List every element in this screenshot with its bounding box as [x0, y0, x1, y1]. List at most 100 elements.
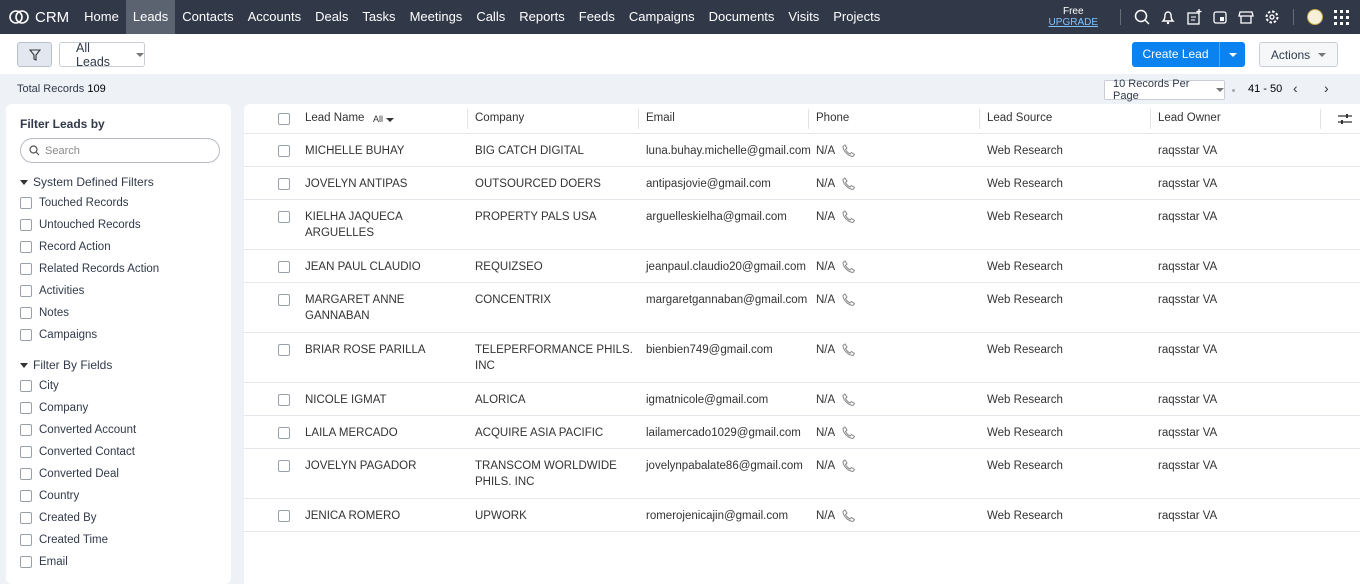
row-checkbox[interactable]	[278, 427, 290, 439]
add-note-icon[interactable]	[1181, 9, 1207, 25]
column-divider[interactable]	[979, 109, 980, 129]
column-divider[interactable]	[467, 109, 468, 129]
column-divider[interactable]	[638, 109, 639, 129]
row-checkbox[interactable]	[278, 178, 290, 190]
next-page-button[interactable]: ›	[1324, 80, 1329, 96]
phone-icon[interactable]	[842, 426, 856, 442]
cell-company[interactable]: ALORICA	[475, 392, 526, 408]
table-row[interactable]: JENICA ROMERO UPWORK romerojenicajin@gmail…	[244, 499, 1360, 532]
checkbox[interactable]	[20, 197, 32, 209]
cell-company[interactable]: ACQUIRE ASIA PACIFIC	[475, 425, 603, 441]
row-checkbox[interactable]	[278, 394, 290, 406]
cell-email[interactable]: romerojenicajin@gmail.com	[646, 508, 788, 524]
nav-tab-contacts[interactable]: Contacts	[175, 0, 240, 34]
nav-tab-deals[interactable]: Deals	[308, 0, 355, 34]
filter-item[interactable]: Touched Records	[20, 197, 129, 209]
filter-item[interactable]: City	[20, 380, 59, 392]
search-icon[interactable]	[1129, 9, 1155, 25]
row-checkbox[interactable]	[278, 460, 290, 472]
column-header[interactable]: Email	[646, 112, 675, 124]
filter-item[interactable]: Campaigns	[20, 329, 97, 341]
filter-item[interactable]: Activities	[20, 285, 84, 297]
checkbox[interactable]	[20, 512, 32, 524]
filter-item[interactable]: Email	[20, 556, 68, 568]
checkbox[interactable]	[20, 556, 32, 568]
nav-tab-calls[interactable]: Calls	[469, 0, 512, 34]
table-row[interactable]: LAILA MERCADO ACQUIRE ASIA PACIFIC lailame…	[244, 416, 1360, 449]
cell-company[interactable]: BIG CATCH DIGITAL	[475, 143, 584, 159]
filter-toggle-button[interactable]	[17, 42, 52, 67]
column-header[interactable]: Phone	[816, 112, 849, 124]
column-header[interactable]: Company	[475, 112, 524, 124]
bell-icon[interactable]	[1155, 9, 1181, 25]
cell-company[interactable]: REQUIZSEO	[475, 259, 543, 275]
table-row[interactable]: JOVELYN ANTIPAS OUTSOURCED DOERS antipasjo…	[244, 167, 1360, 200]
checkbox[interactable]	[20, 534, 32, 546]
avatar[interactable]	[1302, 9, 1328, 25]
checkbox[interactable]	[20, 446, 32, 458]
checkbox[interactable]	[20, 402, 32, 414]
create-lead-dropdown[interactable]	[1220, 42, 1245, 67]
create-lead-button[interactable]: Create Lead	[1132, 42, 1220, 67]
checkbox[interactable]	[20, 219, 32, 231]
nav-tab-feeds[interactable]: Feeds	[572, 0, 622, 34]
filter-item[interactable]: Converted Deal	[20, 468, 119, 480]
checkbox[interactable]	[20, 380, 32, 392]
phone-icon[interactable]	[842, 210, 856, 226]
field-filters-toggle[interactable]: Filter By Fields	[20, 358, 112, 372]
phone-icon[interactable]	[842, 293, 856, 309]
cell-name[interactable]: JENICA ROMERO	[305, 508, 400, 524]
upgrade-badge[interactable]: Free UPGRADE	[1049, 6, 1098, 28]
phone-icon[interactable]	[842, 144, 856, 160]
checkbox[interactable]	[20, 329, 32, 341]
gear-icon[interactable]	[1259, 9, 1285, 25]
cell-email[interactable]: jeanpaul.claudio20@gmail.com	[646, 259, 806, 275]
table-row[interactable]: BRIAR ROSE PARILLA TELEPERFORMANCE PHILS.…	[244, 333, 1360, 383]
row-checkbox[interactable]	[278, 145, 290, 157]
phone-icon[interactable]	[842, 459, 856, 475]
filter-item[interactable]: Created Time	[20, 534, 108, 546]
checkbox[interactable]	[20, 468, 32, 480]
cell-email[interactable]: lailamercado1029@gmail.com	[646, 425, 801, 441]
row-checkbox[interactable]	[278, 294, 290, 306]
cell-email[interactable]: bienbien749@gmail.com	[646, 342, 773, 358]
column-divider[interactable]	[1150, 109, 1151, 129]
phone-icon[interactable]	[842, 509, 856, 525]
table-row[interactable]: JEAN PAUL CLAUDIO REQUIZSEO jeanpaul.claud…	[244, 250, 1360, 283]
prev-page-button[interactable]: ‹	[1293, 80, 1298, 96]
nav-tab-accounts[interactable]: Accounts	[241, 0, 308, 34]
cell-name[interactable]: JEAN PAUL CLAUDIO	[305, 259, 421, 275]
filter-item[interactable]: Related Records Action	[20, 263, 159, 275]
cell-company[interactable]: UPWORK	[475, 508, 527, 524]
filter-item[interactable]: Record Action	[20, 241, 111, 253]
cell-email[interactable]: arguelleskielha@gmail.com	[646, 209, 787, 225]
cell-company[interactable]: OUTSOURCED DOERS	[475, 176, 601, 192]
filter-item[interactable]: Notes	[20, 307, 69, 319]
cell-email[interactable]: igmatnicole@gmail.com	[646, 392, 768, 408]
filter-item[interactable]: Created By	[20, 512, 97, 524]
table-row[interactable]: NICOLE IGMAT ALORICA igmatnicole@gmail.com…	[244, 383, 1360, 416]
filter-search-input[interactable]: Search	[20, 138, 220, 163]
nav-tab-campaigns[interactable]: Campaigns	[622, 0, 702, 34]
filter-item[interactable]: Converted Contact	[20, 446, 135, 458]
column-header[interactable]: Lead Source	[987, 112, 1052, 124]
nav-tab-leads[interactable]: Leads	[125, 0, 176, 34]
checkbox[interactable]	[20, 307, 32, 319]
phone-icon[interactable]	[842, 260, 856, 276]
actions-button[interactable]: Actions	[1259, 42, 1338, 67]
checkbox[interactable]	[20, 263, 32, 275]
filter-item[interactable]: Company	[20, 402, 88, 414]
cell-company[interactable]: PROPERTY PALS USA	[475, 209, 596, 225]
cell-name[interactable]: KIELHA JAQUECA ARGUELLES	[305, 209, 403, 241]
upgrade-link[interactable]: UPGRADE	[1049, 17, 1098, 28]
view-selector[interactable]: All Leads	[59, 41, 145, 69]
nav-tab-meetings[interactable]: Meetings	[403, 0, 470, 34]
column-header[interactable]: Lead Owner	[1158, 112, 1221, 124]
checkbox[interactable]	[20, 285, 32, 297]
row-checkbox[interactable]	[278, 211, 290, 223]
cell-name[interactable]: BRIAR ROSE PARILLA	[305, 342, 426, 358]
phone-icon[interactable]	[842, 393, 856, 409]
name-filter-dropdown[interactable]: All	[373, 114, 394, 124]
crm-logo[interactable]: CRM	[0, 0, 77, 34]
cell-name[interactable]: MARGARET ANNE GANNABAN	[305, 292, 404, 324]
